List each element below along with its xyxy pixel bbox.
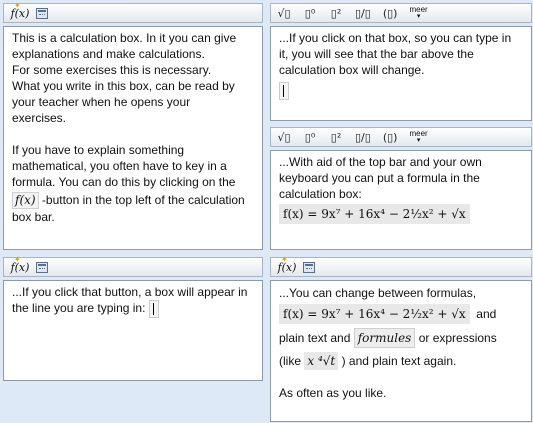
text-line: box bar. xyxy=(12,210,55,224)
calc-box[interactable]: ...If you click on that box, so you can … xyxy=(270,26,532,121)
text-line: If you have to explain something xyxy=(12,143,185,157)
text-line: calculation box will change. xyxy=(279,63,425,77)
calc-box[interactable]: ...If you click that button, a box will … xyxy=(3,280,263,381)
text-line: As often as you like. xyxy=(279,386,387,400)
text-line: ...If you click on that box, so you can … xyxy=(279,31,512,45)
text-line: explanations and make calculations. xyxy=(12,47,205,61)
calc-toolbar: ✦ f(x) xyxy=(270,255,532,277)
text-line: formula. You can do this by clicking on … xyxy=(12,175,236,189)
sqrt-button[interactable]: √▯ xyxy=(277,5,291,21)
text-line: (like x ⁴√t ) and plain text again. xyxy=(279,352,457,370)
fx-button[interactable]: ✦ f(x) xyxy=(10,1,30,21)
spark-icon: ✦ xyxy=(14,255,21,264)
text-line: ...With aid of the top bar and your own xyxy=(279,155,482,169)
calc-box[interactable]: ...With aid of the top bar and your own … xyxy=(270,150,532,250)
subscript-button[interactable]: ▯⁰ xyxy=(303,129,317,145)
text-cursor xyxy=(279,82,289,100)
text-line: What you write in this box, can be read … xyxy=(12,79,235,93)
fx-button[interactable]: ✦ f(x) xyxy=(10,255,30,275)
spark-icon: ✦ xyxy=(14,1,21,10)
calc-toolbar: ✦ f(x) xyxy=(3,255,263,277)
calc-toolbar: ✦ f(x) xyxy=(3,1,263,23)
chevron-down-icon: ▾ xyxy=(416,137,421,144)
sqrt-button[interactable]: √▯ xyxy=(277,129,291,145)
text-line: ...If you click that button, a box will … xyxy=(12,285,248,299)
calculator-icon xyxy=(36,7,48,19)
fx-inline-button: f(x) xyxy=(12,192,39,209)
text-line: your teacher when he opens your xyxy=(12,95,191,109)
text-line: f(x) -button in the top left of the calc… xyxy=(12,192,254,209)
chevron-down-icon: ▾ xyxy=(416,13,421,20)
text-line: it, you will see that the bar above the xyxy=(279,47,474,61)
text-line: mathematical, you often have to key in a xyxy=(12,159,227,173)
calc-panel-focus: √▯ ▯⁰ ▯² ▯/▯ (▯) meer ▾ ...If you click o… xyxy=(270,3,532,121)
calc-panel-fx-click: ✦ f(x) ...If you click that button, a box… xyxy=(3,255,263,381)
calc-box[interactable]: This is a calculation box. In it you can… xyxy=(3,26,263,250)
calculator-icon xyxy=(303,261,315,273)
calc-box[interactable]: ...You can change between formulas, f(x)… xyxy=(270,280,532,422)
text-line: plain text and formules or expressions xyxy=(279,328,523,348)
fraction-button[interactable]: ▯/▯ xyxy=(355,5,371,21)
text-line: f(x) = 9x⁷ + 16x⁴ − 2½x² + √x and xyxy=(279,304,523,324)
power-button[interactable]: ▯² xyxy=(329,129,343,145)
more-button[interactable]: meer ▾ xyxy=(409,5,427,21)
text-line: calculation box: xyxy=(279,187,362,201)
math-toolbar: √▯ ▯⁰ ▯² ▯/▯ (▯) meer ▾ xyxy=(270,127,532,147)
text-line: keyboard you can put a formula in the xyxy=(279,171,480,185)
more-button[interactable]: meer ▾ xyxy=(409,129,427,145)
math-toolbar: √▯ ▯⁰ ▯² ▯/▯ (▯) meer ▾ xyxy=(270,3,532,23)
fraction-button[interactable]: ▯/▯ xyxy=(355,129,371,145)
spark-icon: ✦ xyxy=(281,255,288,264)
formules-box: formules xyxy=(353,328,416,348)
text-line: For some exercises this is necessary. xyxy=(12,63,212,77)
text-line: the line you are typing in: xyxy=(12,300,254,318)
formula: f(x) = 9x⁷ + 16x⁴ − 2½x² + √x xyxy=(279,304,470,324)
formula: f(x) = 9x⁷ + 16x⁴ − 2½x² + √x xyxy=(279,204,470,224)
expression-box: x ⁴√t xyxy=(304,352,339,370)
text-line: This is a calculation box. In it you can… xyxy=(12,31,237,45)
calc-panel-intro: ✦ f(x) This is a calculation box. In it y… xyxy=(3,1,263,250)
subscript-button[interactable]: ▯⁰ xyxy=(303,5,317,21)
formula-input-box xyxy=(148,300,159,318)
text-line: exercises. xyxy=(12,111,67,125)
text-line: ...You can change between formulas, xyxy=(279,286,477,300)
calc-panel-mixed: ✦ f(x) ...You can change between formulas… xyxy=(270,255,532,422)
fx-button[interactable]: ✦ f(x) xyxy=(277,255,297,275)
calculator-icon xyxy=(36,261,48,273)
parentheses-button[interactable]: (▯) xyxy=(383,129,398,145)
calculator-button[interactable] xyxy=(303,259,315,275)
calc-panel-formula: √▯ ▯⁰ ▯² ▯/▯ (▯) meer ▾ ...With aid of th… xyxy=(270,127,532,250)
parentheses-button[interactable]: (▯) xyxy=(383,5,398,21)
power-button[interactable]: ▯² xyxy=(329,5,343,21)
calculator-button[interactable] xyxy=(36,259,48,275)
calculator-button[interactable] xyxy=(36,5,48,21)
